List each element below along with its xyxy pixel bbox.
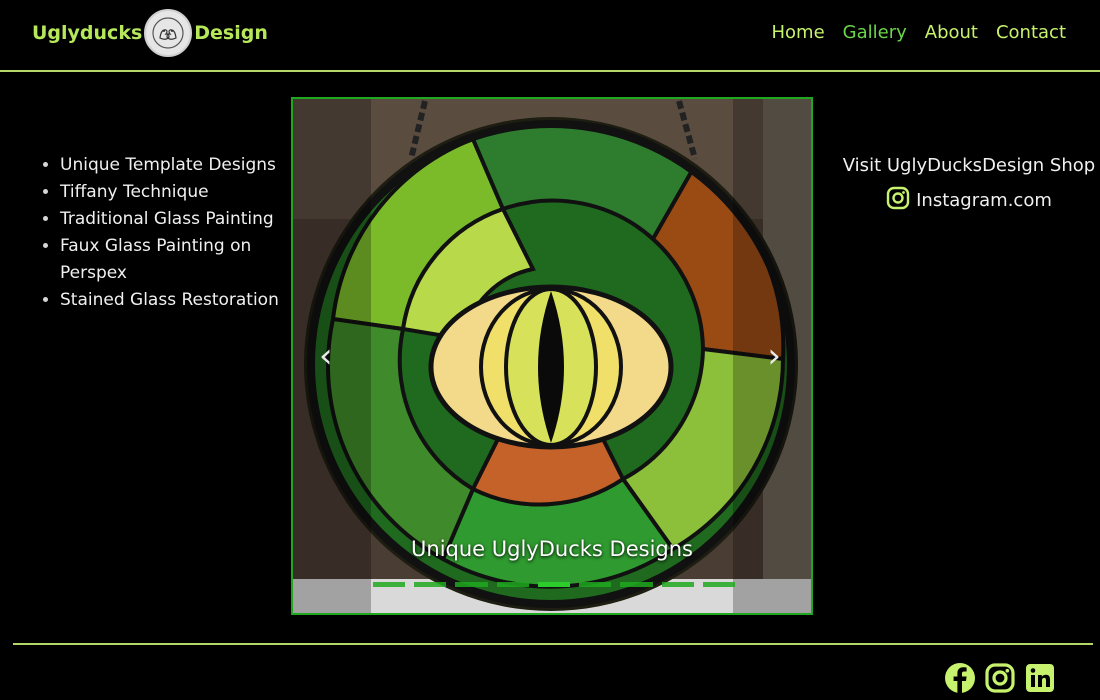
- carousel-indicator[interactable]: [455, 582, 488, 587]
- list-item: Stained Glass Restoration: [60, 287, 300, 314]
- carousel-indicators: [373, 582, 735, 587]
- chevron-right-icon[interactable]: ›: [767, 339, 781, 373]
- instagram-link-text: Instagram.com: [916, 190, 1052, 211]
- chevron-left-icon[interactable]: ‹: [319, 339, 333, 373]
- nav-home[interactable]: Home: [771, 22, 824, 43]
- footer-divider: [13, 643, 1093, 645]
- nav-gallery[interactable]: Gallery: [843, 22, 907, 43]
- list-item: Tiffany Technique: [60, 179, 300, 206]
- carousel-indicator[interactable]: [537, 582, 571, 587]
- facebook-icon[interactable]: [944, 662, 976, 694]
- carousel-indicator[interactable]: [620, 582, 653, 587]
- linkedin-icon[interactable]: [1024, 662, 1056, 694]
- header-divider: [0, 70, 1100, 72]
- services-list: Unique Template Designs Tiffany Techniqu…: [30, 152, 300, 314]
- instagram-icon[interactable]: [984, 662, 1016, 694]
- list-item: Faux Glass Painting on Perspex: [60, 233, 300, 287]
- site-header: Uglyducks Design Home Gallery About Cont…: [0, 0, 1100, 72]
- main-nav: Home Gallery About Contact: [771, 22, 1066, 43]
- instagram-icon: [886, 186, 910, 215]
- carousel-indicator[interactable]: [373, 582, 406, 587]
- ducks-logo-icon: [144, 9, 193, 57]
- shop-panel: Visit UglyDucksDesign Shop Instagram.com: [838, 155, 1100, 215]
- carousel-indicator[interactable]: [414, 582, 447, 587]
- list-item: Traditional Glass Painting: [60, 206, 300, 233]
- carousel-indicator[interactable]: [579, 582, 612, 587]
- gallery-carousel[interactable]: ‹ › Unique UglyDucks Designs: [291, 97, 813, 615]
- brand-name-right: Design: [194, 22, 268, 44]
- nav-about[interactable]: About: [925, 22, 978, 43]
- brand-logo[interactable]: Uglyducks Design: [32, 9, 268, 57]
- carousel-caption: Unique UglyDucks Designs: [411, 537, 693, 561]
- instagram-link[interactable]: Instagram.com: [838, 186, 1100, 215]
- carousel-indicator[interactable]: [661, 582, 694, 587]
- shop-title: Visit UglyDucksDesign Shop: [842, 155, 1096, 176]
- nav-contact[interactable]: Contact: [996, 22, 1066, 43]
- footer-socials: [944, 662, 1056, 694]
- list-item: Unique Template Designs: [60, 152, 300, 179]
- brand-name-left: Uglyducks: [32, 22, 143, 44]
- carousel-indicator[interactable]: [496, 582, 529, 587]
- carousel-indicator[interactable]: [702, 582, 735, 587]
